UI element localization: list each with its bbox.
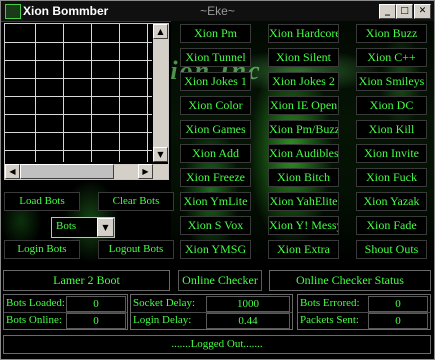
action-button[interactable]: Xion Tunnel xyxy=(180,48,251,67)
action-button[interactable]: Xion IE Open xyxy=(268,96,339,115)
login-delay-label: Login Delay: xyxy=(133,314,192,326)
grid-row-line xyxy=(5,150,152,151)
main-window: Xion Bommber ~Eke~ _ □ ✕ Xion Inc ▲ ▼ ◀ … xyxy=(0,0,435,360)
title-bar[interactable]: Xion Bommber ~Eke~ _ □ ✕ xyxy=(1,1,434,22)
action-button[interactable]: Xion Fuck xyxy=(356,168,427,187)
grid-column-line xyxy=(147,24,148,162)
bots-errored-label: Bots Errored: xyxy=(300,297,360,309)
logout-bots-button[interactable]: Logout Bots xyxy=(98,240,174,259)
action-button[interactable]: Xion Audibles xyxy=(268,144,339,163)
action-button[interactable]: Xion Pm xyxy=(180,24,251,43)
action-button[interactable]: Xion Buzz xyxy=(356,24,427,43)
action-button[interactable]: Xion Kill xyxy=(356,120,427,139)
action-button[interactable]: Xion Fade xyxy=(356,216,427,235)
grid-row-line xyxy=(5,60,152,61)
grid-row-line xyxy=(5,96,152,97)
action-button[interactable]: Xion Hardcore xyxy=(268,24,339,43)
load-bots-button[interactable]: Load Bots xyxy=(4,192,80,211)
status-bar: .......Logged Out....... xyxy=(3,335,431,354)
bots-loaded-value: 0 xyxy=(66,296,126,312)
maximize-button[interactable]: □ xyxy=(396,4,413,19)
socket-delay-input[interactable]: 1000 xyxy=(206,296,290,312)
action-button[interactable]: Xion YahElite xyxy=(268,192,339,211)
action-button[interactable]: Xion Smileys xyxy=(356,72,427,91)
packets-sent-value: 0 xyxy=(368,313,428,329)
close-button[interactable]: ✕ xyxy=(414,4,431,19)
action-button[interactable]: Xion Jokes 1 xyxy=(180,72,251,91)
online-checker-status: Online Checker Status xyxy=(269,270,431,291)
action-button[interactable]: Xion Yazak xyxy=(356,192,427,211)
stats-panel-delays: Socket Delay: 1000 Login Delay: 0.44 xyxy=(130,294,293,330)
grid-column-line xyxy=(119,24,120,162)
lamer-boot-field[interactable]: Lamer 2 Boot xyxy=(3,270,170,291)
bot-type-value: Bots xyxy=(56,220,77,232)
action-button[interactable]: Xion Freeze xyxy=(180,168,251,187)
vertical-scrollbar[interactable]: ▲ ▼ xyxy=(153,24,168,162)
action-button[interactable]: Xion Games xyxy=(180,120,251,139)
action-button[interactable]: Xion Add xyxy=(180,144,251,163)
login-bots-button[interactable]: Login Bots xyxy=(4,240,80,259)
grid-column-line xyxy=(35,24,36,162)
grid-row-line xyxy=(5,114,152,115)
window-subtitle: ~Eke~ xyxy=(200,4,235,18)
action-button[interactable]: Xion C++ xyxy=(356,48,427,67)
bot-type-select[interactable]: Bots ▼ xyxy=(51,217,115,238)
minimize-button[interactable]: _ xyxy=(379,4,396,19)
scroll-up-icon[interactable]: ▲ xyxy=(153,24,168,39)
bots-loaded-label: Bots Loaded: xyxy=(6,297,65,309)
horizontal-scrollbar[interactable]: ◀ ▶ xyxy=(5,164,168,179)
action-button[interactable]: Xion Silent xyxy=(268,48,339,67)
action-button[interactable]: Xion Color xyxy=(180,96,251,115)
grid-row-line xyxy=(5,78,152,79)
action-button[interactable]: Xion YmLite xyxy=(180,192,251,211)
stats-panel-errors: Bots Errored: 0 Packets Sent: 0 xyxy=(297,294,431,330)
bots-errored-value: 0 xyxy=(368,296,428,312)
bot-list-grid[interactable]: ▲ ▼ ◀ ▶ xyxy=(4,23,169,180)
scroll-left-icon[interactable]: ◀ xyxy=(5,164,20,179)
chevron-down-icon[interactable]: ▼ xyxy=(97,218,114,237)
scroll-down-icon[interactable]: ▼ xyxy=(153,147,168,162)
login-delay-input[interactable]: 0.44 xyxy=(206,313,290,329)
action-button[interactable]: Xion Jokes 2 xyxy=(268,72,339,91)
stats-panel-bots: Bots Loaded: 0 Bots Online: 0 xyxy=(3,294,128,330)
grid-column-line xyxy=(63,24,64,162)
grid-row-line xyxy=(5,42,152,43)
packets-sent-label: Packets Sent: xyxy=(300,314,359,326)
action-button[interactable]: Xion Invite xyxy=(356,144,427,163)
action-button[interactable]: Shout Outs xyxy=(356,240,427,259)
grid-row-line xyxy=(5,132,152,133)
scroll-thumb[interactable] xyxy=(20,164,114,179)
bots-online-label: Bots Online: xyxy=(6,314,62,326)
clear-bots-button[interactable]: Clear Bots xyxy=(98,192,174,211)
action-button[interactable]: Xion YMSG xyxy=(180,240,251,259)
action-button[interactable]: Xion DC xyxy=(356,96,427,115)
action-button[interactable]: Xion Pm/Buzz xyxy=(268,120,339,139)
action-button[interactable]: Xion Extra xyxy=(268,240,339,259)
bots-online-value: 0 xyxy=(66,313,126,329)
grid-cells[interactable] xyxy=(5,24,152,162)
grid-column-line xyxy=(91,24,92,162)
action-button[interactable]: Xion Y! Messy xyxy=(268,216,339,235)
socket-delay-label: Socket Delay: xyxy=(133,297,196,309)
action-button[interactable]: Xion S Vox xyxy=(180,216,251,235)
scroll-right-icon[interactable]: ▶ xyxy=(138,164,153,179)
online-checker-button[interactable]: Online Checker xyxy=(178,270,262,291)
action-button[interactable]: Xion Bitch xyxy=(268,168,339,187)
